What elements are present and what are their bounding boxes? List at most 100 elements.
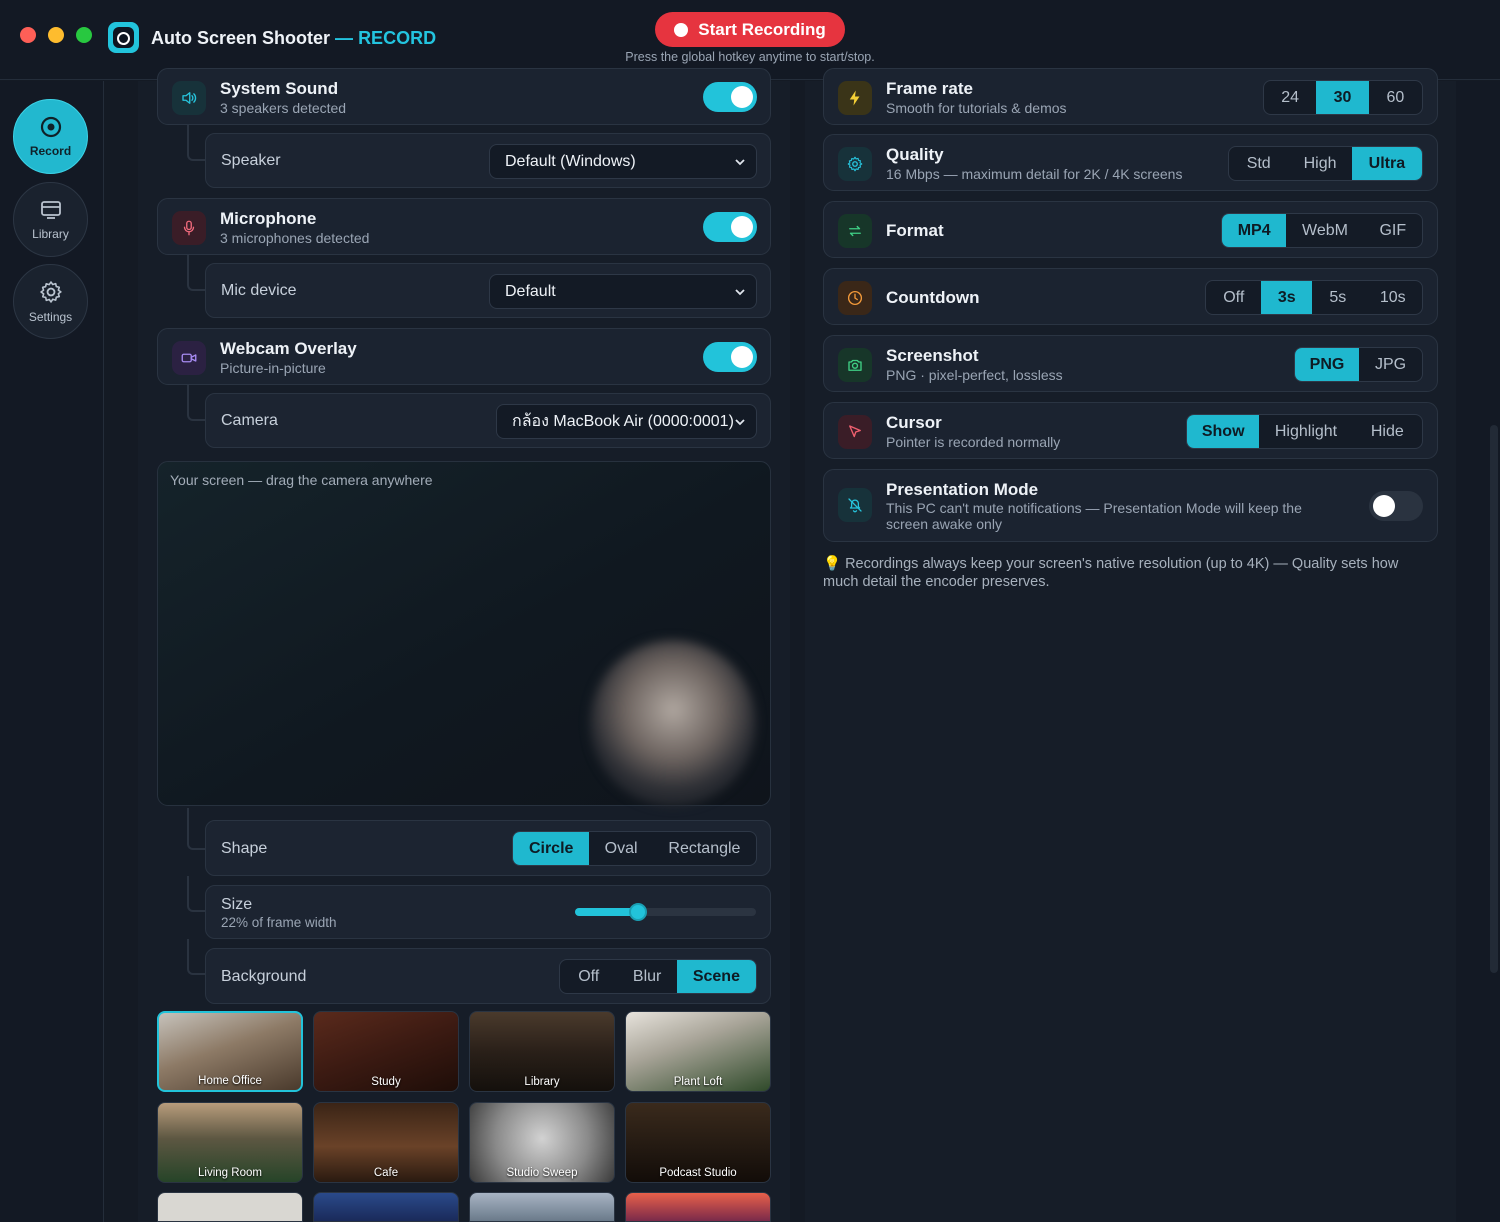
format-segmented: MP4 WebM GIF [1221, 213, 1423, 248]
sidebar: Record Library Settings [0, 81, 104, 1222]
format-option-mp4[interactable]: MP4 [1222, 214, 1287, 247]
microphone-toggle[interactable] [703, 212, 757, 242]
gear-icon [39, 281, 62, 303]
countdown-option-10s[interactable]: 10s [1364, 281, 1422, 314]
hotkey-hint: Press the global hotkey anytime to start… [625, 50, 875, 64]
background-row: Background Off Blur Scene [205, 948, 771, 1004]
shape-row: Shape Circle Oval Rectangle [205, 820, 771, 876]
scene-plant-loft[interactable]: Plant Loft [625, 1011, 771, 1092]
app-camera-icon [108, 22, 139, 53]
sidebar-item-settings[interactable]: Settings [13, 264, 88, 339]
quality-row: Quality 16 Mbps — maximum detail for 2K … [823, 134, 1438, 191]
webcam-title: Webcam Overlay [220, 339, 357, 358]
countdown-option-3s[interactable]: 3s [1261, 281, 1313, 314]
presentation-mode-toggle[interactable] [1369, 491, 1423, 521]
chevron-down-icon [735, 289, 745, 296]
shape-segmented: Circle Oval Rectangle [512, 831, 757, 866]
bell-off-icon [838, 488, 872, 522]
countdown-option-off[interactable]: Off [1206, 281, 1261, 314]
microphone-title: Microphone [220, 209, 317, 228]
scene-thumbnail-partial[interactable] [313, 1192, 459, 1222]
quality-option-std[interactable]: Std [1229, 147, 1288, 180]
scene-library[interactable]: Library [469, 1011, 615, 1092]
format-option-gif[interactable]: GIF [1364, 214, 1422, 247]
system-sound-row: System Sound 3 speakers detected [157, 68, 771, 125]
cursor-option-highlight[interactable]: Highlight [1259, 415, 1352, 448]
scene-living-room[interactable]: Living Room [157, 1102, 303, 1183]
tree-connector [187, 255, 207, 291]
cursor-subtitle: Pointer is recorded normally [886, 434, 1061, 450]
countdown-title: Countdown [886, 288, 980, 307]
scene-podcast-studio[interactable]: Podcast Studio [625, 1102, 771, 1183]
presentation-mode-row: Presentation Mode This PC can't mute not… [823, 469, 1438, 542]
shape-option-circle[interactable]: Circle [513, 832, 590, 865]
webcam-overlay-row: Webcam Overlay Picture-in-picture [157, 328, 771, 385]
microphone-subtitle: 3 microphones detected [220, 230, 370, 246]
swap-icon [838, 214, 872, 248]
quality-title: Quality [886, 145, 944, 164]
mic-device-row: Mic device Default [205, 263, 771, 318]
maximize-window-button[interactable] [76, 27, 92, 43]
camera-select[interactable]: กล้อง MacBook Air (0000:0001) [496, 404, 757, 439]
frame-rate-option-60[interactable]: 60 [1369, 81, 1422, 114]
quality-option-ultra[interactable]: Ultra [1351, 147, 1422, 180]
scene-thumbnail-partial[interactable] [625, 1192, 771, 1222]
speaker-icon [172, 81, 206, 115]
webcam-bubble[interactable] [590, 640, 756, 806]
shape-option-oval[interactable]: Oval [589, 832, 652, 865]
shape-option-rectangle[interactable]: Rectangle [653, 832, 756, 865]
sidebar-item-record[interactable]: Record [13, 99, 88, 174]
start-recording-button[interactable]: Start Recording [655, 12, 845, 47]
lightning-icon [838, 81, 872, 115]
size-label: Size [221, 896, 253, 913]
system-sound-toggle[interactable] [703, 82, 757, 112]
scene-home-office[interactable]: Home Office [157, 1011, 303, 1092]
app-window: { "window": {"title": "Auto Screen Shoot… [0, 0, 1500, 1222]
screenshot-option-jpg[interactable]: JPG [1359, 348, 1422, 381]
scrollbar-thumb[interactable] [1490, 425, 1498, 973]
close-window-button[interactable] [20, 27, 36, 43]
presentation-title: Presentation Mode [886, 480, 1039, 499]
record-icon [40, 116, 61, 138]
size-slider-handle[interactable] [629, 903, 647, 921]
sidebar-item-library[interactable]: Library [13, 182, 88, 257]
countdown-option-5s[interactable]: 5s [1312, 281, 1364, 314]
screenshot-title: Screenshot [886, 346, 979, 365]
format-row: Format MP4 WebM GIF [823, 201, 1438, 258]
cursor-segmented: Show Highlight Hide [1186, 414, 1423, 449]
video-camera-icon [172, 341, 206, 375]
camera-label: Camera [221, 412, 278, 429]
chevron-down-icon [735, 159, 745, 166]
scene-cafe[interactable]: Cafe [313, 1102, 459, 1183]
format-title: Format [886, 221, 944, 240]
frame-rate-option-30[interactable]: 30 [1316, 81, 1369, 114]
background-label: Background [221, 968, 307, 985]
format-option-webm[interactable]: WebM [1286, 214, 1363, 247]
resolution-tip: 💡 Recordings always keep your screen's n… [823, 556, 1399, 590]
webcam-toggle[interactable] [703, 342, 757, 372]
scene-studio-sweep[interactable]: Studio Sweep [469, 1102, 615, 1183]
cursor-icon [838, 415, 872, 449]
quality-option-high[interactable]: High [1288, 147, 1351, 180]
minimize-window-button[interactable] [48, 27, 64, 43]
speaker-row: Speaker Default (Windows) [205, 133, 771, 188]
scene-study[interactable]: Study [313, 1011, 459, 1092]
background-option-scene[interactable]: Scene [676, 960, 756, 993]
cursor-option-hide[interactable]: Hide [1353, 415, 1422, 448]
speaker-select[interactable]: Default (Windows) [489, 144, 757, 179]
screenshot-option-png[interactable]: PNG [1295, 348, 1359, 381]
size-slider[interactable] [575, 903, 756, 921]
mic-device-select[interactable]: Default [489, 274, 757, 309]
background-option-blur[interactable]: Blur [617, 960, 676, 993]
scene-thumbnail-partial[interactable] [157, 1192, 303, 1222]
gear-icon [838, 147, 872, 181]
microphone-row: Microphone 3 microphones detected [157, 198, 771, 255]
preview-hint: Your screen — drag the camera anywhere [170, 472, 433, 488]
mode-label: RECORD [358, 28, 437, 48]
frame-rate-option-24[interactable]: 24 [1264, 81, 1316, 114]
app-title: Auto Screen Shooter — RECORD [151, 28, 437, 48]
screenshot-segmented: PNG JPG [1294, 347, 1423, 382]
scene-thumbnail-partial[interactable] [469, 1192, 615, 1222]
background-option-off[interactable]: Off [560, 960, 617, 993]
cursor-option-show[interactable]: Show [1187, 415, 1260, 448]
